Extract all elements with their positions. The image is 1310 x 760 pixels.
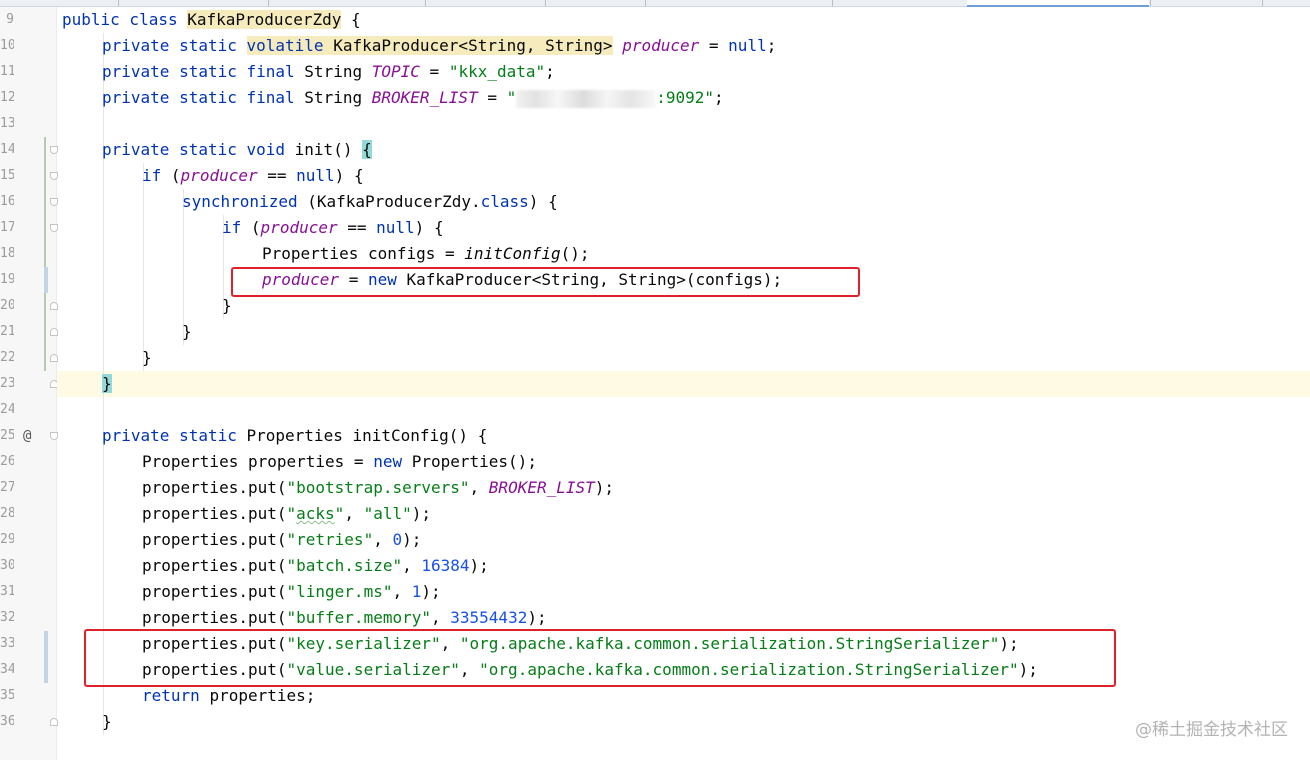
code-line[interactable]: }: [62, 293, 232, 319]
line-number: 21: [0, 324, 14, 339]
code-line[interactable]: Properties configs = initConfig();: [62, 241, 590, 267]
code-line[interactable]: private static final String TOPIC = "kkx…: [62, 59, 555, 85]
line-number: 28: [0, 506, 14, 521]
line-number: 25: [0, 428, 14, 443]
line-number: 31: [0, 584, 14, 599]
line-number: 32: [0, 610, 14, 625]
line-number: 13: [0, 116, 14, 131]
line-number: 18: [0, 246, 14, 261]
code-line[interactable]: properties.put("retries", 0);: [62, 527, 421, 553]
tab-separator: [118, 0, 119, 6]
code-line[interactable]: synchronized (KafkaProducerZdy.class) {: [62, 189, 558, 215]
line-number: 23: [0, 376, 14, 391]
line-number: 33: [0, 636, 14, 651]
line-number: 11: [0, 64, 14, 79]
line-number: 10: [0, 38, 14, 53]
tab-separator: [268, 0, 269, 6]
spelling-warning[interactable]: acks: [296, 504, 335, 523]
line-number: 16: [0, 194, 14, 209]
line-number: 34: [0, 662, 14, 677]
redacted-ip-blur: [516, 89, 657, 108]
matched-brace: }: [102, 374, 112, 393]
code-line[interactable]: properties.put("batch.size", 16384);: [62, 553, 489, 579]
tab-separator: [832, 0, 833, 6]
line-number: 36: [0, 714, 14, 729]
tab-separator: [1262, 0, 1263, 6]
code-line[interactable]: private static Properties initConfig() {: [62, 423, 487, 449]
code-line[interactable]: properties.put("acks", "all");: [62, 501, 431, 527]
tab-separator: [1150, 0, 1151, 6]
line-number: 22: [0, 350, 14, 365]
line-number: 30: [0, 558, 14, 573]
tab-separator: [545, 0, 546, 6]
matched-brace: {: [362, 140, 372, 159]
code-line[interactable]: private static void init() {: [62, 137, 372, 163]
code-line[interactable]: }: [62, 371, 112, 397]
vcs-change-marker[interactable]: [44, 267, 48, 293]
code-line[interactable]: Properties properties = new Properties()…: [62, 449, 537, 475]
implementation-marker-icon[interactable]: @: [23, 423, 31, 449]
line-number: 19: [0, 272, 14, 287]
line-number: 9: [6, 12, 14, 27]
editor-gutter[interactable]: 9 10 11 12 13 14 15 16 17 18 19 20 21 22…: [0, 7, 58, 760]
watermark: @稀土掘金技术社区: [1135, 720, 1288, 740]
vcs-change-marker[interactable]: [44, 137, 46, 371]
line-number: 24: [0, 402, 14, 417]
code-line[interactable]: public class KafkaProducerZdy {: [62, 7, 361, 33]
annotation-box-producer-init: [231, 267, 860, 297]
code-line[interactable]: }: [62, 345, 152, 371]
code-line[interactable]: if (producer == null) {: [62, 163, 364, 189]
current-line-highlight: [57, 371, 1310, 397]
line-number: 26: [0, 454, 14, 469]
line-number: 29: [0, 532, 14, 547]
editor-tab-strip[interactable]: [0, 0, 1310, 7]
code-line[interactable]: }: [62, 319, 192, 345]
code-line[interactable]: properties.put("bootstrap.servers", BROK…: [62, 475, 614, 501]
line-number: 15: [0, 168, 14, 183]
line-number: 17: [0, 220, 14, 235]
tab-separator: [645, 0, 646, 6]
code-line[interactable]: properties.put("linger.ms", 1);: [62, 579, 441, 605]
code-line[interactable]: private static final String BROKER_LIST …: [62, 85, 724, 111]
line-number: 35: [0, 688, 14, 703]
line-number: 20: [0, 298, 14, 313]
code-line[interactable]: }: [62, 709, 112, 735]
tab-separator: [425, 0, 426, 6]
line-number: 12: [0, 90, 14, 105]
active-editor-tab[interactable]: [967, 0, 1149, 7]
code-line[interactable]: private static volatile KafkaProducer<St…: [62, 33, 776, 59]
line-number: 27: [0, 480, 14, 495]
vcs-change-marker[interactable]: [44, 631, 48, 683]
code-line[interactable]: if (producer == null) {: [62, 215, 444, 241]
line-number: 14: [0, 142, 14, 157]
code-line[interactable]: properties.put("buffer.memory", 33554432…: [62, 605, 547, 631]
annotation-box-serializers: [84, 629, 1116, 687]
